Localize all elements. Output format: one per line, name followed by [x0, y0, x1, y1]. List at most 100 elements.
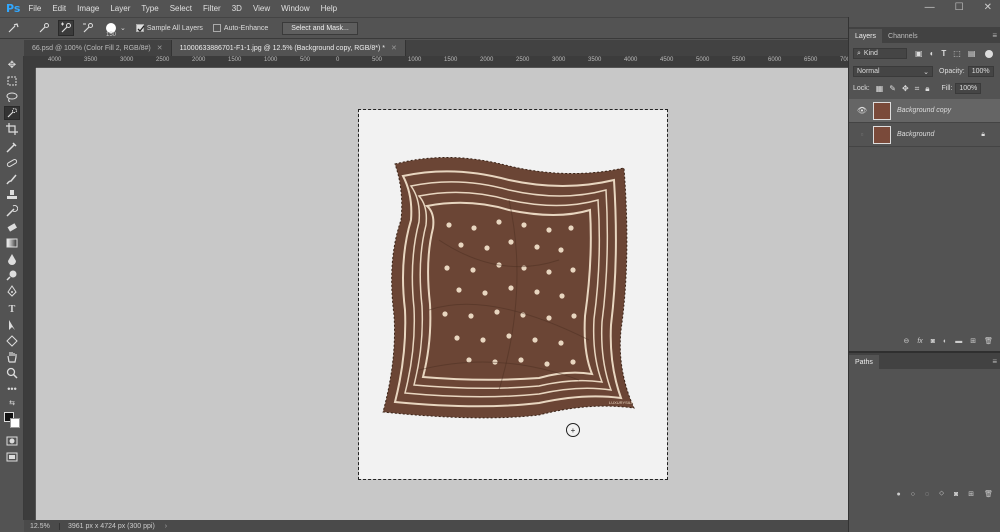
quick-selection-preset-icon[interactable] [6, 20, 22, 36]
eyedropper-tool-icon[interactable] [4, 140, 20, 154]
document-canvas[interactable]: LUXURYSILK + [358, 109, 668, 480]
filter-toggle-icon[interactable] [985, 49, 994, 58]
menu-window[interactable]: Window [281, 4, 309, 13]
close-button[interactable]: ✕ [984, 2, 992, 13]
crop-tool-icon[interactable] [4, 122, 20, 136]
add-mask-icon[interactable]: ◙ [954, 491, 958, 498]
filter-adjustment-icon[interactable]: ◐ [930, 49, 935, 58]
hand-tool-icon[interactable] [4, 350, 20, 364]
lock-position-icon[interactable]: ✥ [902, 84, 909, 93]
tab-scarf-jpg[interactable]: 11000633886701-F1-1.jpg @ 12.5% (Backgro… [171, 40, 406, 56]
swap-colors-icon[interactable]: ⇆ [4, 396, 20, 410]
fill-field[interactable]: 100% [955, 83, 982, 94]
quick-selection-tool-icon[interactable] [4, 106, 20, 120]
menu-select[interactable]: Select [170, 4, 192, 13]
document-info[interactable]: 3961 px x 4724 px (300 ppi) [60, 523, 155, 530]
subtract-from-selection-icon[interactable] [80, 20, 96, 36]
screen-mode-icon[interactable] [4, 450, 20, 464]
history-brush-tool-icon[interactable] [4, 204, 20, 218]
filter-smart-object-icon[interactable]: ▤ [968, 49, 976, 58]
zoom-level[interactable]: 12.5% [24, 522, 60, 530]
type-tool-icon[interactable]: T [4, 302, 20, 316]
ruler-origin[interactable] [24, 56, 36, 68]
opacity-field[interactable]: 100% [967, 66, 994, 77]
menu-edit[interactable]: Edit [52, 4, 66, 13]
menu-3d[interactable]: 3D [232, 4, 242, 13]
filter-shape-icon[interactable]: ⬚ [953, 49, 961, 58]
canvas-area[interactable]: LUXURYSILK + [36, 68, 848, 520]
delete-layer-icon[interactable]: 🗑︎ [984, 337, 993, 345]
auto-enhance-checkbox[interactable] [212, 24, 221, 32]
menu-filter[interactable]: Filter [203, 4, 221, 13]
dodge-tool-icon[interactable] [4, 268, 20, 282]
filter-kind-select[interactable]: ⌕ Kind [853, 48, 907, 59]
stroke-path-icon[interactable]: ○ [911, 491, 915, 498]
menu-layer[interactable]: Layer [110, 4, 130, 13]
ruler-tick: 1500 [228, 57, 242, 63]
new-layer-icon[interactable]: ⊞ [970, 337, 976, 345]
path-selection-tool-icon[interactable] [4, 318, 20, 332]
blur-tool-icon[interactable] [4, 252, 20, 266]
healing-brush-tool-icon[interactable] [4, 156, 20, 170]
filter-type-icon[interactable]: T [941, 49, 946, 58]
gradient-tool-icon[interactable] [4, 236, 20, 250]
add-to-selection-icon[interactable] [58, 20, 74, 36]
maximize-button[interactable]: ☐ [955, 2, 964, 13]
more-tools-icon[interactable]: ••• [4, 382, 20, 396]
lock-image-icon[interactable]: ✎ [889, 84, 896, 93]
layer-name[interactable]: Background copy [897, 107, 951, 114]
visibility-toggle-icon[interactable]: ▫ [855, 130, 869, 139]
new-path-icon[interactable]: ⊞ [968, 490, 974, 498]
status-menu-icon[interactable]: › [165, 523, 167, 530]
load-selection-icon[interactable]: ◌ [925, 491, 929, 498]
new-selection-icon[interactable] [36, 20, 52, 36]
background-color-swatch[interactable] [10, 418, 20, 428]
menu-view[interactable]: View [253, 4, 270, 13]
tab-layers[interactable]: Layers [849, 29, 883, 43]
lock-transparent-icon[interactable]: ▦ [876, 84, 884, 93]
panel-menu-icon[interactable]: ≡ [992, 31, 997, 40]
brush-dropdown-icon[interactable]: ⌄ [120, 24, 126, 32]
lock-artboard-icon[interactable]: ⌗ [915, 84, 920, 94]
lock-all-icon[interactable]: 🔒︎ [925, 84, 929, 94]
eraser-tool-icon[interactable] [4, 220, 20, 234]
select-and-mask-button[interactable]: Select and Mask... [282, 21, 358, 35]
menu-image[interactable]: Image [77, 4, 99, 13]
quick-mask-icon[interactable] [4, 434, 20, 448]
layer-row-background-copy[interactable]: 👁︎ Background copy [849, 99, 1000, 123]
pen-tool-icon[interactable] [4, 284, 20, 298]
tab-channels[interactable]: Channels [882, 29, 924, 43]
horizontal-ruler[interactable]: 4000 3500 3000 2500 2000 1500 1000 500 0… [36, 56, 848, 68]
lasso-tool-icon[interactable] [4, 90, 20, 104]
layer-name[interactable]: Background [897, 131, 934, 138]
link-layers-icon[interactable]: ⊖ [903, 337, 909, 345]
menu-file[interactable]: File [28, 4, 41, 13]
layer-row-background[interactable]: ▫ Background 🔒︎ [849, 123, 1000, 147]
move-tool-icon[interactable]: ✥ [4, 58, 20, 72]
zoom-tool-icon[interactable] [4, 366, 20, 380]
blend-mode-select[interactable]: Normal ⌄ [853, 66, 933, 77]
panel-menu-icon[interactable]: ≡ [992, 357, 997, 366]
delete-path-icon[interactable]: 🗑︎ [984, 490, 993, 498]
sample-all-layers-checkbox[interactable] [135, 24, 145, 32]
tab-66-psd[interactable]: 66.psd @ 100% (Color Fill 2, RGB/8#) ✕ [24, 40, 172, 56]
close-icon[interactable]: ✕ [157, 44, 163, 52]
vertical-ruler[interactable] [24, 68, 36, 520]
clone-stamp-tool-icon[interactable] [4, 188, 20, 202]
brush-tool-icon[interactable] [4, 172, 20, 186]
close-icon[interactable]: ✕ [391, 44, 397, 52]
marquee-tool-icon[interactable] [4, 74, 20, 88]
new-group-icon[interactable]: ▬ [955, 338, 962, 345]
tab-paths[interactable]: Paths [849, 355, 879, 369]
menu-type[interactable]: Type [141, 4, 158, 13]
visibility-eye-icon[interactable]: 👁︎ [855, 106, 869, 115]
minimize-button[interactable]: — [925, 2, 935, 13]
fill-path-icon[interactable]: ● [896, 491, 900, 498]
filter-pixel-icon[interactable]: ▣ [915, 49, 923, 58]
menu-help[interactable]: Help [321, 4, 337, 13]
make-work-path-icon[interactable]: ⬦ [939, 490, 944, 498]
add-mask-icon[interactable]: ◙ [931, 338, 935, 345]
fx-icon[interactable]: fx [917, 338, 922, 345]
shape-tool-icon[interactable] [4, 334, 20, 348]
adjustment-layer-icon[interactable]: ◐ [943, 338, 947, 345]
